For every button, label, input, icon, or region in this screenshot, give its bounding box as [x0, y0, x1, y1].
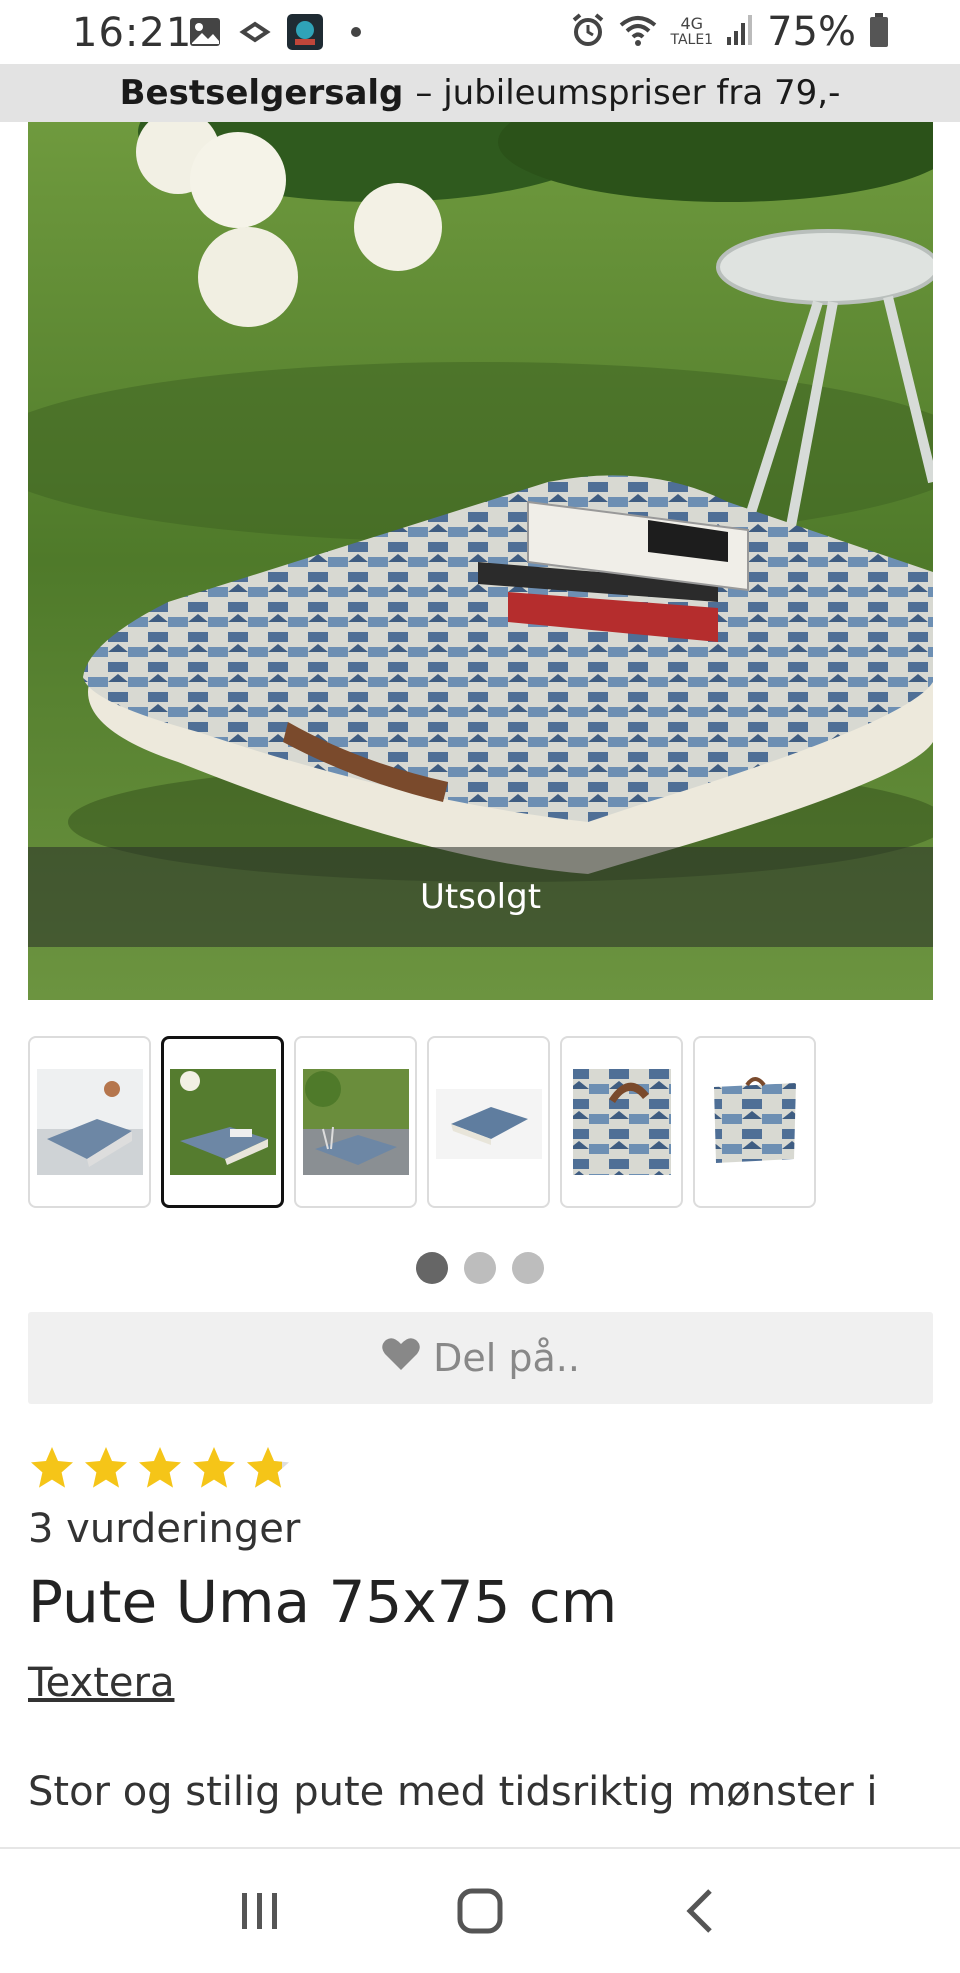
- star-icon: [139, 1447, 181, 1488]
- status-bar: 16:21 4G TALE1 75%: [0, 0, 960, 64]
- pager-dot-3[interactable]: [512, 1252, 544, 1284]
- product-description: Stor og stilig pute med tidsriktig mønst…: [28, 1769, 878, 1815]
- battery-icon: [868, 12, 890, 52]
- share-button[interactable]: Del på..: [28, 1312, 933, 1404]
- promo-bold: Bestselgersalg: [119, 73, 404, 113]
- pager-dot-2[interactable]: [464, 1252, 496, 1284]
- status-right: 4G TALE1 75%: [570, 9, 890, 55]
- star-rating[interactable]: [28, 1444, 292, 1492]
- alarm-icon: [570, 12, 606, 52]
- cloud-icon: [238, 14, 272, 50]
- carousel-pager: [0, 1252, 960, 1284]
- star-icon: [193, 1447, 235, 1488]
- home-button[interactable]: [435, 1866, 525, 1956]
- thumbnail-1[interactable]: [28, 1036, 151, 1208]
- wifi-icon: [618, 13, 658, 51]
- back-icon: [686, 1889, 712, 1933]
- brand-link[interactable]: Textera: [28, 1660, 174, 1706]
- thumbnail-2[interactable]: [161, 1036, 284, 1208]
- soldout-overlay: Utsolgt: [28, 847, 933, 947]
- recent-apps-icon: [242, 1893, 277, 1929]
- promo-banner[interactable]: Bestselgersalg – jubileumspriser fra 79,…: [0, 64, 960, 122]
- product-title: Pute Uma 75x75 cm: [28, 1568, 618, 1636]
- star-icon-partial: [247, 1447, 289, 1488]
- home-icon: [457, 1888, 503, 1934]
- thumbnail-5[interactable]: [560, 1036, 683, 1208]
- gallery-icon: [188, 14, 222, 50]
- status-time: 16:21: [72, 10, 193, 56]
- recent-apps-button[interactable]: [215, 1866, 305, 1956]
- signal-icon: [725, 13, 755, 51]
- star-icon: [85, 1447, 127, 1488]
- pager-dot-1[interactable]: [416, 1252, 448, 1284]
- reviews-count[interactable]: 3 vurderinger: [28, 1506, 300, 1552]
- thumbnail-4[interactable]: [427, 1036, 550, 1208]
- heart-icon: [381, 1336, 421, 1381]
- network-label: 4G TALE1: [670, 14, 714, 49]
- thumbnail-3[interactable]: [294, 1036, 417, 1208]
- back-button[interactable]: [655, 1866, 745, 1956]
- product-image[interactable]: Utsolgt: [28, 122, 933, 1000]
- system-nav-bar: [0, 1847, 960, 1973]
- thumbnail-strip: [28, 1036, 816, 1208]
- thumbnail-6[interactable]: [693, 1036, 816, 1208]
- app-icon: [286, 14, 324, 50]
- promo-text: – jubileumspriser fra 79,-: [415, 73, 841, 113]
- dot-icon: [350, 14, 362, 50]
- star-icon: [31, 1447, 73, 1488]
- battery-percent: 75%: [767, 9, 856, 55]
- share-label: Del på..: [433, 1336, 580, 1380]
- soldout-label: Utsolgt: [419, 877, 542, 917]
